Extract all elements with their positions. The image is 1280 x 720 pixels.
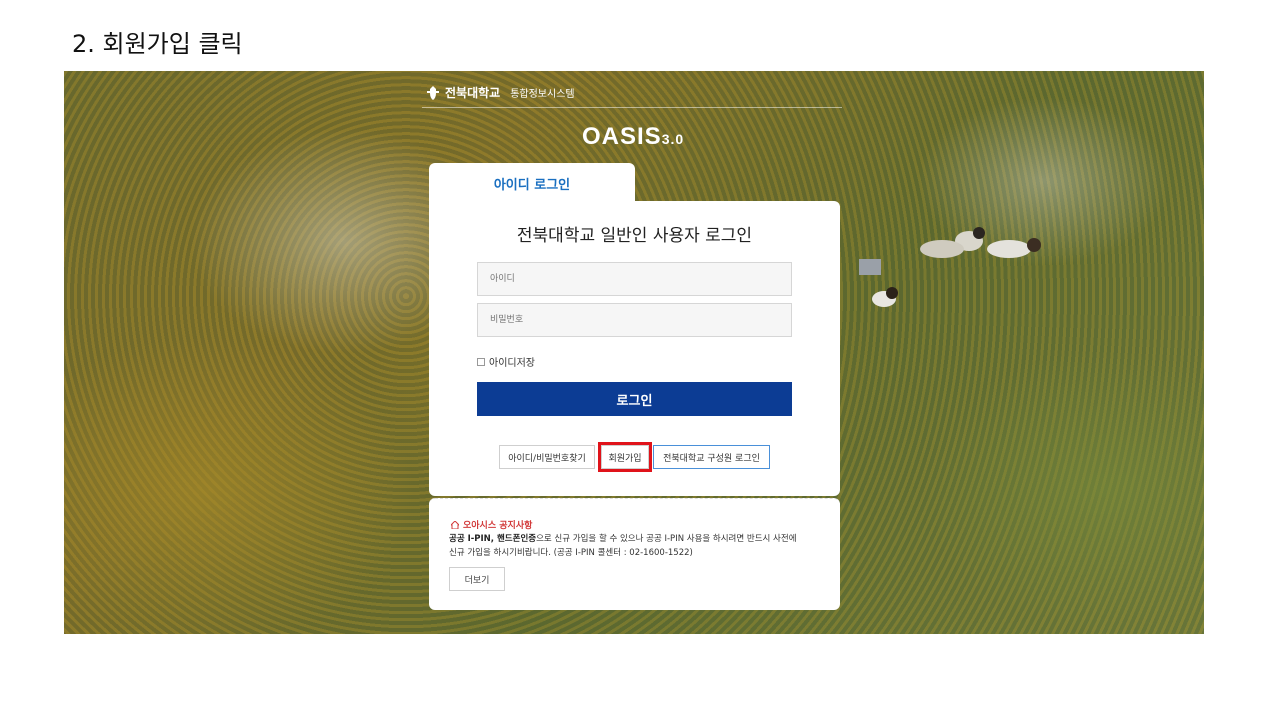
notice-heading-text: 오아시스 공지사항 xyxy=(463,521,533,531)
login-button[interactable]: 로그인 xyxy=(477,382,792,416)
people-photo-figures xyxy=(859,227,1041,307)
university-emblem-icon xyxy=(427,85,439,100)
logo-text: OASIS xyxy=(582,123,662,150)
signup-button[interactable]: 회원가입 xyxy=(598,442,652,472)
notice-body: 공공 I-PIN, 핸드폰인증으로 신규 가입을 할 수 있으나 공공 I-PI… xyxy=(449,532,819,560)
remember-id-checkbox[interactable] xyxy=(477,357,485,366)
find-id-password-button[interactable]: 아이디/비밀번호찾기 xyxy=(499,445,595,469)
university-name: 전북대학교 xyxy=(445,86,501,100)
password-input[interactable] xyxy=(477,303,792,337)
remember-id[interactable]: 아이디저장 xyxy=(477,354,535,369)
notice-panel: 오아시스 공지사항 공공 I-PIN, 핸드폰인증으로 신규 가입을 할 수 있… xyxy=(429,498,840,610)
notice-heading: 오아시스 공지사항 xyxy=(451,518,532,531)
member-login-button[interactable]: 전북대학교 구성원 로그인 xyxy=(653,445,770,469)
remember-id-label: 아이디저장 xyxy=(489,358,535,369)
home-icon xyxy=(451,520,459,529)
step-title: 2. 회원가입 클릭 xyxy=(72,30,243,58)
tab-id-login[interactable]: 아이디 로그인 xyxy=(429,163,635,203)
id-input[interactable] xyxy=(477,262,792,296)
more-button[interactable]: 더보기 xyxy=(449,567,505,591)
logo-version: 3.0 xyxy=(661,131,685,147)
header-divider xyxy=(422,107,842,108)
header-brand: 전북대학교 통합정보시스템 xyxy=(427,84,575,101)
login-title: 전북대학교 일반인 사용자 로그인 xyxy=(516,226,753,246)
login-panel: 전북대학교 일반인 사용자 로그인 아이디저장 로그인 아이디/비밀번호찾기 회… xyxy=(429,201,840,496)
notice-text-2: 신규 가입을 하시기비랍니다. (공공 I-PIN 콜센터 : 02-1600-… xyxy=(449,548,693,558)
login-screenshot: 전북대학교 통합정보시스템 OASIS3.0 아이디 로그인 전북대학교 일반인… xyxy=(64,71,1204,634)
notice-bold-text: 공공 I-PIN, 핸드폰인증 xyxy=(449,534,537,544)
notice-text-1: 으로 신규 가입을 할 수 있으나 공공 I-PIN 사용을 하시려면 반드시 … xyxy=(536,534,797,544)
oasis-logo: OASIS3.0 xyxy=(582,123,684,151)
system-name: 통합정보시스템 xyxy=(510,89,575,100)
